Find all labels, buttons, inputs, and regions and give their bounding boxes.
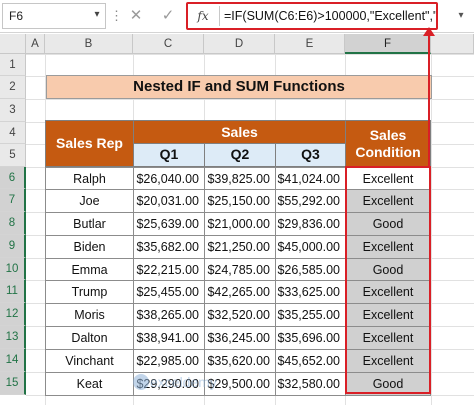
cell-sales-rep[interactable]: Moris bbox=[45, 303, 134, 327]
row-header-11[interactable]: 11 bbox=[0, 280, 26, 303]
formula-input[interactable]: =IF(SUM(C6:E6)>100000,"Excellent","Good"… bbox=[224, 3, 436, 29]
header-q1[interactable]: Q1 bbox=[133, 143, 205, 167]
row-header-8[interactable]: 8 bbox=[0, 212, 26, 235]
select-all-corner[interactable] bbox=[0, 34, 26, 54]
cell-q2[interactable]: $35,620.00 bbox=[204, 349, 276, 373]
column-header-d[interactable]: D bbox=[204, 34, 275, 54]
row-header-2[interactable]: 2 bbox=[0, 76, 26, 99]
annotation-arrow bbox=[428, 29, 430, 166]
cell-sales-rep[interactable]: Joe bbox=[45, 189, 134, 213]
cell-q1[interactable]: $25,455.00 bbox=[133, 280, 205, 304]
cell-q1[interactable]: $20,031.00 bbox=[133, 189, 205, 213]
row-header-15[interactable]: 15 bbox=[0, 372, 26, 395]
result-range-highlight bbox=[345, 166, 431, 394]
cell-sales-rep[interactable]: Biden bbox=[45, 235, 134, 259]
row-header-1[interactable]: 1 bbox=[0, 54, 26, 76]
header-q2[interactable]: Q2 bbox=[204, 143, 276, 167]
column-header-b[interactable]: B bbox=[45, 34, 133, 54]
row-header-10[interactable]: 10 bbox=[0, 258, 26, 280]
enter-icon[interactable]: ✓ bbox=[158, 3, 178, 29]
row-header-7[interactable]: 7 bbox=[0, 189, 26, 212]
cell-q3[interactable]: $29,836.00 bbox=[275, 212, 346, 236]
cell-q1[interactable]: $38,941.00 bbox=[133, 326, 205, 350]
cell-q3[interactable]: $41,024.00 bbox=[275, 167, 346, 190]
cell-q2[interactable]: $21,250.00 bbox=[204, 235, 276, 259]
cell-q3[interactable]: $26,585.00 bbox=[275, 258, 346, 281]
formula-separator bbox=[219, 6, 220, 26]
cell-q2[interactable]: $39,825.00 bbox=[204, 167, 276, 190]
cell-q2[interactable]: $25,150.00 bbox=[204, 189, 276, 213]
cell-q1[interactable]: $22,215.00 bbox=[133, 258, 205, 281]
row-header-3[interactable]: 3 bbox=[0, 99, 26, 122]
cell-q2[interactable]: $32,520.00 bbox=[204, 303, 276, 327]
watermark-logo-icon bbox=[133, 374, 149, 390]
cell-q3[interactable]: $35,255.00 bbox=[275, 303, 346, 327]
gridline-vertical bbox=[431, 54, 432, 405]
row-header-14[interactable]: 14 bbox=[0, 349, 26, 372]
cell-q1[interactable]: $26,040.00 bbox=[133, 167, 205, 190]
cell-q2[interactable]: $42,265.00 bbox=[204, 280, 276, 304]
cell-q3[interactable]: $55,292.00 bbox=[275, 189, 346, 213]
cell-q1[interactable]: $25,639.00 bbox=[133, 212, 205, 236]
cell-q2[interactable]: $36,245.00 bbox=[204, 326, 276, 350]
cell-q3[interactable]: $35,696.00 bbox=[275, 326, 346, 350]
cell-sales-rep[interactable]: Dalton bbox=[45, 326, 134, 350]
header-q3[interactable]: Q3 bbox=[275, 143, 346, 167]
row-header-12[interactable]: 12 bbox=[0, 303, 26, 326]
column-header-f[interactable]: F bbox=[345, 34, 431, 54]
row-header-4[interactable]: 4 bbox=[0, 122, 26, 144]
cancel-icon[interactable]: ✕ bbox=[126, 3, 146, 29]
cell-sales-rep[interactable]: Vinchant bbox=[45, 349, 134, 373]
cell-sales-rep[interactable]: Butlar bbox=[45, 212, 134, 236]
cell-q3[interactable]: $45,652.00 bbox=[275, 349, 346, 373]
cell-q3[interactable]: $45,000.00 bbox=[275, 235, 346, 259]
column-header-filler bbox=[431, 34, 474, 54]
header-sales[interactable]: Sales bbox=[133, 120, 346, 144]
column-header-c[interactable]: C bbox=[133, 34, 204, 54]
insert-function-icon[interactable]: fx bbox=[192, 3, 214, 29]
cell-sales-rep[interactable]: Keat bbox=[45, 372, 134, 396]
cell-sales-rep[interactable]: Trump bbox=[45, 280, 134, 304]
formula-bar-grip-icon: ⋮ bbox=[110, 8, 123, 23]
expand-formula-bar-icon[interactable]: ▾ bbox=[452, 3, 470, 29]
row-header-5[interactable]: 5 bbox=[0, 144, 26, 167]
cell-q2[interactable]: $24,785.00 bbox=[204, 258, 276, 281]
name-box-dropdown-icon[interactable]: ▾ bbox=[90, 3, 104, 29]
header-sales-condition[interactable]: Sales Condition bbox=[345, 120, 431, 167]
gridline-horizontal bbox=[26, 54, 474, 55]
gridline-horizontal bbox=[26, 99, 474, 100]
column-header-a[interactable]: A bbox=[26, 34, 45, 54]
row-header-9[interactable]: 9 bbox=[0, 235, 26, 258]
header-sales-rep[interactable]: Sales Rep bbox=[45, 120, 134, 167]
cell-q1[interactable]: $35,682.00 bbox=[133, 235, 205, 259]
cell-q2[interactable]: $21,000.00 bbox=[204, 212, 276, 236]
annotation-arrow-head-icon bbox=[423, 27, 435, 36]
cell-q1[interactable]: $38,265.00 bbox=[133, 303, 205, 327]
cell-sales-rep[interactable]: Emma bbox=[45, 258, 134, 281]
watermark: exceldemy bbox=[150, 374, 217, 390]
cell-sales-rep[interactable]: Ralph bbox=[45, 167, 134, 190]
cell-q1[interactable]: $22,985.00 bbox=[133, 349, 205, 373]
cell-q3[interactable]: $33,625.00 bbox=[275, 280, 346, 304]
sheet-title[interactable]: Nested IF and SUM Functions bbox=[46, 75, 432, 99]
row-header-6[interactable]: 6 bbox=[0, 167, 26, 189]
spreadsheet-window: F 6 ▾ ⋮ ✕ ✓ fx =IF(SUM(C6:E6)>100000,"Exc… bbox=[0, 0, 474, 405]
column-header-e[interactable]: E bbox=[275, 34, 345, 54]
row-header-13[interactable]: 13 bbox=[0, 326, 26, 349]
